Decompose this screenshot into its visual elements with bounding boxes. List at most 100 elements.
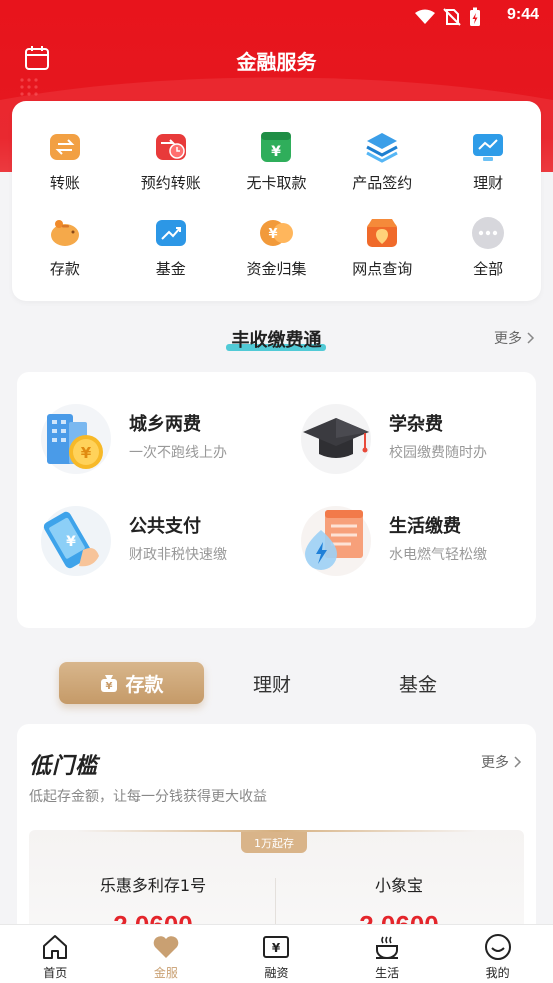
- service-cardless-withdraw[interactable]: ¥ 无卡取款: [224, 129, 330, 193]
- wifi-icon: [415, 9, 435, 24]
- tab-label: 理财: [252, 673, 291, 696]
- service-label: 网点查询: [352, 260, 413, 278]
- mobile-pay-icon: ¥: [41, 506, 111, 576]
- graduation-cap-icon: [301, 404, 371, 474]
- payment-item-desc: 水电燃气轻松缴: [389, 547, 487, 563]
- profile-icon: [484, 934, 511, 960]
- deposit-icon: [50, 220, 79, 246]
- product-tabs: ¥ 存款 理财 基金: [0, 662, 553, 706]
- cardless-withdraw-icon: ¥: [261, 132, 292, 162]
- nav-financing[interactable]: ¥ 融资: [221, 925, 332, 983]
- service-label: 理财: [473, 174, 504, 192]
- wealth-icon: [473, 134, 504, 161]
- building-coin-icon: ¥: [41, 404, 111, 474]
- svg-text:¥: ¥: [272, 941, 281, 955]
- service-fund-pool[interactable]: ¥ 资金归集: [224, 215, 330, 279]
- tab-label: 存款: [125, 673, 164, 696]
- nav-label: 融资: [264, 966, 289, 980]
- payment-item-name: 生活缴费: [389, 516, 461, 537]
- svg-text:¥: ¥: [272, 144, 282, 160]
- service-label: 转账: [49, 174, 80, 192]
- money-bag-icon: ¥: [101, 675, 118, 692]
- utility-bill-icon: [301, 506, 371, 576]
- transfer-icon: [49, 134, 80, 160]
- svg-text:¥: ¥: [106, 681, 113, 692]
- nav-profile[interactable]: 我的: [442, 925, 553, 983]
- service-scheduled-transfer[interactable]: 预约转账: [118, 129, 224, 193]
- product-sign-icon: [366, 133, 398, 163]
- status-bar: 9:44: [0, 0, 553, 32]
- service-transfer[interactable]: 转账: [12, 129, 118, 193]
- tab-deposit[interactable]: ¥ 存款: [59, 662, 204, 704]
- payment-item-desc: 财政非税快速缴: [129, 547, 227, 563]
- service-all[interactable]: 全部: [435, 215, 541, 279]
- service-label: 产品签约: [352, 174, 413, 192]
- payment-item-tuition[interactable]: 学杂费 校园缴费随时办: [277, 402, 527, 482]
- tab-label: 基金: [398, 673, 437, 696]
- nav-home[interactable]: 首页: [0, 925, 111, 983]
- payment-more-link[interactable]: 更多: [494, 328, 535, 348]
- nav-label: 我的: [485, 966, 510, 980]
- service-label: 无卡取款: [246, 174, 307, 192]
- fund-pool-icon: ¥: [260, 220, 294, 246]
- title-bar: 金融服务: [0, 40, 553, 80]
- product-name[interactable]: 小象宝: [299, 872, 499, 896]
- heart-icon: [153, 936, 179, 958]
- status-time: 9:44: [506, 6, 539, 23]
- payment-item-desc: 一次不跑线上办: [129, 445, 227, 461]
- product-section-title: 低门槛: [29, 754, 99, 779]
- nav-label: 生活: [375, 966, 400, 980]
- min-deposit-badge: 1万起存: [241, 832, 307, 853]
- payment-item-urban-rural[interactable]: ¥ 城乡两费 一次不跑线上办: [17, 402, 267, 482]
- bottom-nav: 首页 金服 ¥ 融资 生活 我的: [0, 924, 553, 983]
- more-label: 更多: [481, 755, 509, 771]
- service-wealth[interactable]: 理财: [435, 129, 541, 193]
- service-label: 基金: [155, 260, 186, 278]
- scheduled-transfer-icon: [155, 134, 186, 160]
- cup-icon: [376, 936, 399, 959]
- service-label: 存款: [49, 260, 80, 278]
- service-label: 全部: [473, 260, 504, 278]
- status-icons: [415, 7, 481, 27]
- payment-item-name: 城乡两费: [129, 414, 201, 435]
- chevron-right-icon: [527, 332, 535, 344]
- service-deposit[interactable]: 存款: [12, 215, 118, 279]
- svg-text:¥: ¥: [269, 227, 278, 242]
- svg-text:¥: ¥: [66, 534, 76, 550]
- tab-wealth[interactable]: 理财: [220, 662, 324, 704]
- payment-card: ¥ 城乡两费 一次不跑线上办 学杂费 校园缴费随时办 ¥ 公共支付 财政非税快速…: [17, 372, 536, 628]
- service-branch-query[interactable]: 网点查询: [329, 215, 435, 279]
- product-section-subtitle: 低起存金额，让每一分钱获得更大收益: [29, 789, 267, 805]
- nav-label: 金服: [153, 966, 178, 980]
- all-icon: [472, 217, 505, 249]
- payment-section-header: 丰收缴费通 更多: [0, 322, 553, 356]
- no-sim-icon: [443, 8, 461, 26]
- more-label: 更多: [494, 331, 522, 347]
- chevron-right-icon: [514, 756, 522, 768]
- branch-query-icon: [367, 219, 398, 247]
- page-title: 金融服务: [236, 50, 317, 74]
- nav-finance[interactable]: 金服: [111, 925, 222, 983]
- svg-text:¥: ¥: [81, 444, 92, 462]
- payment-section-title: 丰收缴费通: [231, 330, 322, 351]
- battery-icon: [470, 7, 480, 26]
- product-more-link[interactable]: 更多: [481, 752, 522, 772]
- tab-fund[interactable]: 基金: [366, 662, 470, 704]
- home-icon: [43, 935, 68, 959]
- payment-item-desc: 校园缴费随时办: [389, 445, 487, 461]
- service-label: 资金归集: [246, 260, 307, 278]
- yuan-icon: ¥: [263, 936, 290, 958]
- nav-label: 首页: [43, 966, 68, 980]
- services-grid: 转账 预约转账 ¥ 无卡取款 产品签约 理财 存款 基金 ¥ 资金归集 网点查询…: [12, 129, 541, 279]
- product-name[interactable]: 乐惠多利存1号: [53, 872, 253, 896]
- payment-item-utilities[interactable]: 生活缴费 水电燃气轻松缴: [277, 504, 527, 584]
- nav-life[interactable]: 生活: [332, 925, 443, 983]
- service-label: 预约转账: [140, 174, 201, 192]
- fund-icon: [155, 220, 186, 246]
- services-card: 转账 预约转账 ¥ 无卡取款 产品签约 理财 存款 基金 ¥ 资金归集 网点查询…: [12, 101, 541, 301]
- payment-item-name: 公共支付: [129, 516, 201, 537]
- service-fund[interactable]: 基金: [118, 215, 224, 279]
- payment-item-public[interactable]: ¥ 公共支付 财政非税快速缴: [17, 504, 267, 584]
- service-product-sign[interactable]: 产品签约: [329, 129, 435, 193]
- payment-item-name: 学杂费: [389, 414, 443, 435]
